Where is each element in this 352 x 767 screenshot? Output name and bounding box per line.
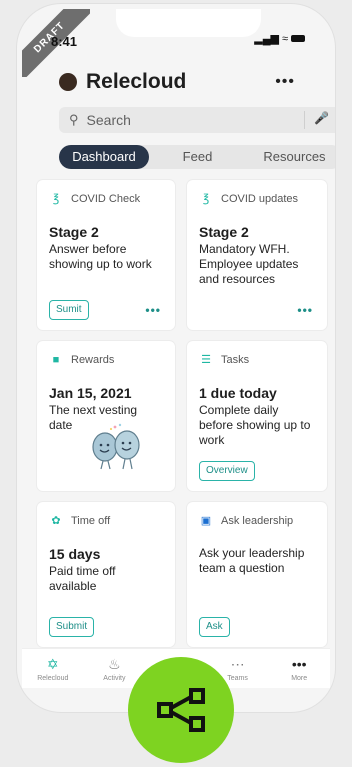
overview-button[interactable]: Overview <box>199 461 255 481</box>
card-label: COVID updates <box>221 193 299 205</box>
tab-feed[interactable]: Feed <box>149 145 246 169</box>
battery-icon <box>291 35 305 42</box>
card-time-off[interactable]: ✿ Time off 15 days Paid time off availab… <box>37 502 175 647</box>
tab-resources[interactable]: Resources <box>246 145 335 169</box>
bell-icon: ♨ <box>108 655 121 672</box>
card-covid-check[interactable]: ℥ COVID Check Stage 2 Answer before show… <box>37 180 175 330</box>
teams-icon: ⋯ <box>230 655 245 672</box>
share-network-icon <box>157 688 205 732</box>
phone-frame: DRAFT 8:41 ▂▄▆ ≈ Relecloud ••• ⚲ Search … <box>17 4 335 712</box>
nav-label: Teams <box>227 674 248 682</box>
search-placeholder: Search <box>86 112 131 128</box>
stethoscope-icon: ℥ <box>52 193 60 205</box>
card-body: Ask your leadership team a question <box>199 546 305 575</box>
stethoscope-icon: ℥ <box>202 193 210 205</box>
search-input[interactable]: ⚲ Search 🎤 <box>59 107 335 133</box>
avatar[interactable] <box>59 73 77 91</box>
wifi-icon: ≈ <box>281 32 288 45</box>
search-divider <box>304 111 305 129</box>
coins-illustration <box>92 423 140 470</box>
app-title: Relecloud <box>86 70 187 93</box>
card-title: Jan 15, 2021 <box>49 385 132 401</box>
card-title: Stage 2 <box>49 224 99 240</box>
signal-icon: ▂▄▆ <box>254 33 279 45</box>
nav-item-relecloud[interactable]: ✡ Relecloud <box>22 649 84 688</box>
card-body: Answer before showing up to work <box>49 242 152 271</box>
card-body: Complete daily before showing up to work <box>199 403 311 447</box>
nav-label: More <box>291 674 308 682</box>
search-icon: ⚲ <box>69 112 79 127</box>
nav-item-more[interactable]: ••• More <box>268 649 330 688</box>
share-fab[interactable] <box>128 657 234 763</box>
notch <box>116 9 261 37</box>
teams-logo-icon: ▣ <box>200 515 212 527</box>
card-label: Rewards <box>71 354 115 366</box>
card-label: Tasks <box>221 354 250 366</box>
status-icons: ▂▄▆ ≈ <box>254 32 305 45</box>
card-title: 15 days <box>49 546 101 562</box>
card-more-icon[interactable]: ••• <box>297 303 313 317</box>
nav-label: Relecloud <box>37 674 69 682</box>
submit-button[interactable]: Submit <box>49 617 95 637</box>
card-ask-leadership[interactable]: ▣ Ask leadership Ask your leadership tea… <box>187 502 327 647</box>
palm-leaf-icon: ✿ <box>51 515 61 527</box>
card-more-icon[interactable]: ••• <box>145 303 161 317</box>
submit-button[interactable]: Sumit <box>49 300 89 320</box>
card-label: Time off <box>71 515 111 527</box>
card-title: 1 due today <box>199 385 277 401</box>
tab-dashboard[interactable]: Dashboard <box>59 145 149 169</box>
more-options-icon[interactable]: ••• <box>275 73 295 91</box>
card-title: Stage 2 <box>199 224 249 240</box>
gift-icon: ■ <box>52 354 60 366</box>
app-header: Relecloud ••• <box>59 70 295 94</box>
relecloud-app-icon: ✡ <box>46 655 59 672</box>
status-time: 8:41 <box>51 34 78 49</box>
card-body: Mandatory WFH. Employee updates and reso… <box>199 242 299 286</box>
clipboard-icon: ☰ <box>201 354 211 366</box>
microphone-icon[interactable]: 🎤 <box>314 111 329 125</box>
tab-bar: Dashboard Feed Resources <box>59 145 335 169</box>
card-rewards[interactable]: ■ Rewards Jan 15, 2021 The next vesting … <box>37 341 175 491</box>
card-body: Paid time off available <box>49 564 116 593</box>
card-covid-updates[interactable]: ℥ COVID updates Stage 2 Mandatory WFH. E… <box>187 180 327 330</box>
card-label: COVID Check <box>71 193 141 205</box>
more-icon: ••• <box>291 655 307 672</box>
card-label: Ask leadership <box>221 515 294 527</box>
card-tasks[interactable]: ☰ Tasks 1 due today Complete daily befor… <box>187 341 327 491</box>
nav-label: Activity <box>103 674 126 682</box>
ask-button[interactable]: Ask <box>199 617 230 637</box>
